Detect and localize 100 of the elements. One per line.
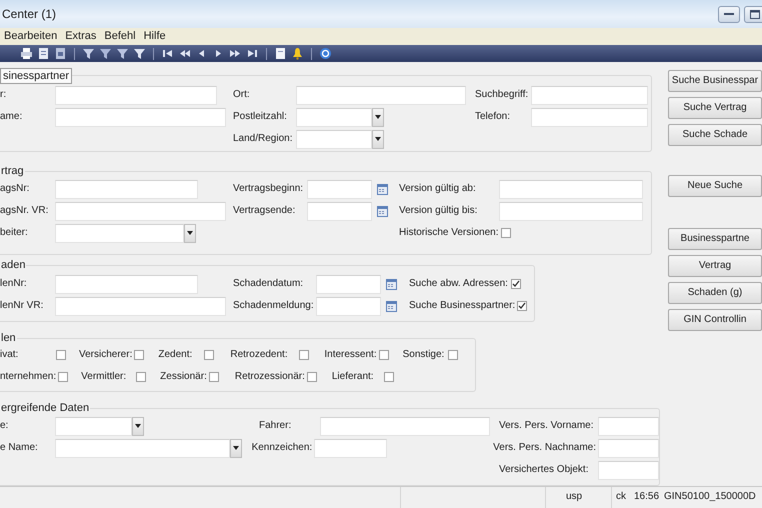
side-button[interactable]: Suche Vertrag — [668, 97, 762, 119]
input-field[interactable] — [598, 460, 659, 480]
checkbox[interactable] — [500, 228, 510, 238]
calendar-icon[interactable] — [377, 206, 388, 216]
field-label: r: — [0, 89, 8, 101]
group-title: sinesspartner — [0, 68, 72, 84]
field-label: e Name: — [0, 442, 39, 454]
checkbox[interactable] — [384, 372, 394, 382]
dropdown-field[interactable] — [55, 224, 196, 242]
checkbox[interactable] — [56, 350, 66, 360]
field-label: Suchbegriff: — [475, 89, 530, 101]
input-field[interactable] — [531, 108, 648, 126]
bell-icon[interactable] — [291, 47, 304, 60]
input-field[interactable] — [314, 438, 388, 458]
menu-item[interactable]: Bearbeiten — [0, 30, 62, 44]
input-field[interactable] — [320, 416, 490, 436]
check-icon — [518, 302, 526, 310]
document-icon[interactable] — [54, 47, 67, 60]
input-field[interactable] — [499, 180, 643, 198]
field-label: Vers. Pers. Nachname: — [493, 442, 597, 454]
caret-icon — [375, 115, 381, 119]
maximize-button[interactable] — [744, 6, 762, 22]
side-button[interactable]: Businesspartne — [668, 228, 762, 250]
input-field[interactable] — [598, 416, 659, 436]
field-label: Retrozessionär: — [234, 371, 306, 383]
double-arrow-left-icon[interactable] — [178, 47, 191, 60]
page-icon[interactable] — [274, 47, 287, 60]
input-field[interactable] — [55, 108, 226, 126]
maximize-icon — [750, 10, 760, 18]
filter-icon[interactable] — [133, 47, 146, 60]
input-field[interactable] — [499, 202, 643, 220]
checkbox[interactable] — [306, 372, 317, 382]
minimize-icon — [724, 12, 734, 16]
side-button[interactable]: Neue Suche — [668, 175, 762, 197]
document-icon[interactable] — [37, 47, 50, 60]
side-button[interactable]: Schaden (g) — [668, 282, 762, 304]
field-label: Vers. Pers. Vorname: — [499, 420, 594, 432]
dropdown-field[interactable] — [55, 416, 144, 436]
field-label: Version gültig bis: — [399, 205, 478, 217]
field-label: Fahrer: — [259, 420, 292, 432]
double-arrow-right-icon[interactable] — [229, 47, 242, 60]
caret-icon — [375, 137, 381, 141]
checkbox[interactable] — [204, 350, 214, 360]
group-title: rtrag — [0, 164, 25, 178]
field-label: agsNr. VR: — [0, 205, 50, 217]
input-field[interactable] — [55, 274, 198, 294]
printer-icon[interactable] — [20, 47, 33, 60]
checkbox[interactable] — [517, 301, 528, 311]
dropdown-field[interactable] — [55, 438, 242, 458]
dropdown-field[interactable] — [296, 108, 384, 126]
input-field[interactable] — [531, 86, 648, 104]
checkbox[interactable] — [208, 372, 219, 382]
checkbox[interactable] — [448, 350, 458, 360]
field-label: Ort: — [233, 89, 251, 101]
filter-icon[interactable] — [99, 47, 112, 60]
checkbox[interactable] — [134, 350, 144, 360]
filter-icon[interactable] — [116, 47, 129, 60]
field-label: Suche abw. Adressen: — [409, 278, 509, 290]
skip-back-icon[interactable] — [161, 47, 174, 60]
status-text: usp — [566, 491, 582, 503]
filter-icon[interactable] — [82, 47, 95, 60]
side-button[interactable]: GIN Controllin — [668, 309, 762, 331]
menu-item[interactable]: Extras — [61, 30, 100, 44]
menu-item[interactable]: Befehl — [100, 30, 140, 44]
help-icon[interactable] — [319, 47, 332, 60]
checkbox[interactable] — [511, 279, 521, 289]
field-label: ame: — [0, 111, 24, 123]
date-field[interactable] — [307, 202, 372, 220]
minimize-button[interactable] — [718, 6, 740, 22]
input-field[interactable] — [55, 86, 217, 104]
checkbox[interactable] — [58, 372, 68, 382]
field-label: Zedent: — [158, 349, 194, 361]
checkbox[interactable] — [299, 350, 310, 360]
checkbox[interactable] — [378, 350, 389, 360]
field-label: beiter: — [0, 227, 29, 239]
input-field[interactable] — [55, 202, 226, 220]
checkbox[interactable] — [136, 372, 146, 382]
side-button[interactable]: Suche Businesspar — [668, 70, 762, 92]
field-label: nternehmen: — [0, 371, 58, 383]
field-label: Vertragsbeginn: — [233, 183, 304, 195]
side-button[interactable]: Vertrag — [668, 255, 762, 277]
skip-forward-icon[interactable] — [246, 47, 259, 60]
side-button[interactable]: Suche Schade — [668, 124, 762, 146]
field-label: Postleitzahl: — [233, 111, 288, 123]
dropdown-field[interactable] — [296, 130, 384, 148]
input-field[interactable] — [55, 180, 198, 198]
input-field[interactable] — [598, 438, 659, 458]
calendar-icon[interactable] — [386, 300, 397, 312]
input-field[interactable] — [55, 296, 226, 316]
date-field[interactable] — [307, 180, 372, 198]
field-label: Land/Region: — [233, 133, 294, 145]
field-label: Zessionär: — [160, 371, 208, 383]
field-label: Retrozedent: — [230, 349, 289, 361]
date-field[interactable] — [316, 274, 381, 294]
calendar-icon[interactable] — [377, 184, 388, 194]
date-field[interactable] — [316, 296, 381, 316]
input-field[interactable] — [296, 86, 466, 104]
field-label: Historische Versionen: — [399, 227, 500, 239]
calendar-icon[interactable] — [386, 278, 397, 290]
menu-item[interactable]: Hilfe — [140, 30, 170, 44]
